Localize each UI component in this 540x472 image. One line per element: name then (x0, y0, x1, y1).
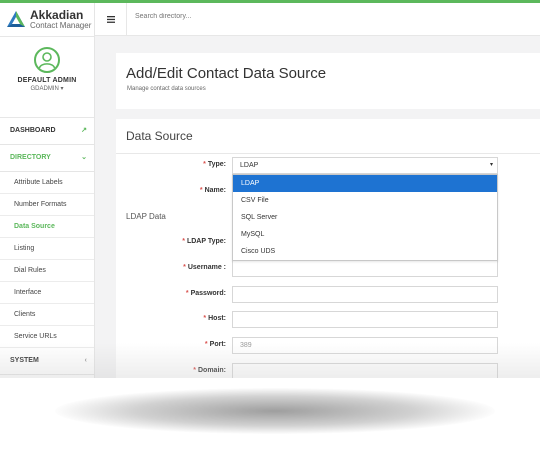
type-select-value: LDAP (240, 162, 259, 169)
host-label-text: Host: (208, 315, 226, 322)
name-label-text: Name: (204, 187, 226, 194)
username-label: * Username : (116, 264, 226, 271)
sidebar-item-dial-rules[interactable]: Dial Rules (0, 260, 94, 282)
required-marker: * (203, 315, 207, 322)
domain-label: * Domain: (116, 367, 226, 374)
type-dropdown-list: LDAP CSV File SQL Server MySQL Cisco UDS (232, 174, 498, 261)
sidebar-item-number-formats[interactable]: Number Formats (0, 194, 94, 216)
user-avatar-icon (34, 47, 60, 73)
nav-directory[interactable]: DIRECTORY ⌄ (0, 145, 94, 172)
sidebar-item-attribute-labels[interactable]: Attribute Labels (0, 172, 94, 194)
required-marker: * (193, 367, 196, 374)
page-title: Add/Edit Contact Data Source (126, 65, 327, 82)
port-label-text: Port: (209, 341, 226, 348)
brand-name: Akkadian (30, 8, 84, 22)
required-marker: * (204, 341, 208, 348)
brand[interactable]: Akkadian Contact Manager (0, 3, 94, 37)
type-label-text: Type: (207, 161, 226, 168)
password-label: * Password: (116, 290, 226, 297)
section-divider (116, 153, 540, 154)
nav-dashboard-label: DASHBOARD (10, 127, 56, 134)
user-role-dropdown[interactable]: GDADMIN ▾ (0, 85, 94, 92)
host-label: * Host: (116, 315, 226, 322)
type-select[interactable]: LDAP ▾ (232, 157, 498, 174)
username-field[interactable] (232, 260, 498, 277)
sidebar-item-clients[interactable]: Clients (0, 304, 94, 326)
required-marker: * (183, 264, 186, 271)
sidebar-item-listing[interactable]: Listing (0, 238, 94, 260)
page-subtitle: Manage contact data sources (127, 86, 206, 92)
sidebar-item-service-urls[interactable]: Service URLs (0, 326, 94, 348)
sidebar: Akkadian Contact Manager DEFAULT ADMIN G… (0, 3, 95, 378)
port-label: * Port: (116, 341, 226, 348)
hamburger-icon (106, 15, 115, 23)
domain-label-text: Domain: (198, 367, 226, 374)
host-field[interactable] (232, 311, 498, 328)
required-marker: * (182, 238, 185, 245)
drop-shadow (55, 388, 495, 434)
sidebar-item-data-source[interactable]: Data Source (0, 216, 94, 238)
page-header: Add/Edit Contact Data Source Manage cont… (116, 53, 540, 109)
top-bar (95, 3, 540, 36)
caret-down-icon: ▾ (489, 162, 493, 168)
username-label-text: Username : (187, 264, 226, 271)
akkadian-logo-icon (7, 10, 25, 27)
brand-subtitle: Contact Manager (30, 21, 92, 30)
type-option-mysql[interactable]: MySQL (233, 226, 497, 243)
ldap-type-label-text: LDAP Type: (186, 238, 226, 245)
search-input[interactable] (135, 13, 335, 20)
nav-directory-label: DIRECTORY (10, 154, 51, 161)
required-marker: * (185, 290, 189, 297)
required-marker: * (203, 161, 206, 168)
type-label: * Type: (116, 161, 226, 168)
chevron-down-icon: ⌄ (81, 154, 87, 161)
section-title: Data Source (126, 129, 193, 143)
port-value: 389 (240, 342, 252, 349)
type-option-csv-file[interactable]: CSV File (233, 192, 497, 209)
type-option-sql-server[interactable]: SQL Server (233, 209, 497, 226)
nav-dashboard[interactable]: DASHBOARD ↗ (0, 118, 94, 145)
password-field[interactable] (232, 286, 498, 303)
type-option-ldap[interactable]: LDAP (233, 175, 497, 192)
app-window: Akkadian Contact Manager DEFAULT ADMIN G… (0, 0, 540, 378)
required-marker: * (199, 187, 203, 194)
ldap-data-heading: LDAP Data (126, 212, 166, 221)
user-profile: DEFAULT ADMIN GDADMIN ▾ (0, 47, 94, 118)
sidebar-item-interface[interactable]: Interface (0, 282, 94, 304)
chart-line-icon: ↗ (81, 127, 87, 134)
type-option-cisco-uds[interactable]: Cisco UDS (233, 243, 497, 260)
chevron-left-icon: ‹ (84, 357, 87, 364)
port-field[interactable]: 389 (232, 337, 498, 354)
domain-field[interactable] (232, 363, 498, 378)
menu-toggle-button[interactable] (95, 3, 127, 35)
ldap-type-label: * LDAP Type: (116, 238, 226, 245)
name-label: * Name: (116, 187, 226, 194)
user-name: DEFAULT ADMIN (17, 77, 77, 84)
nav-system-label: SYSTEM (10, 357, 39, 364)
nav-system[interactable]: SYSTEM ‹ (0, 348, 94, 375)
password-label-text: Password: (190, 290, 226, 297)
data-source-form: Data Source * Type: LDAP ▾ * Name: LDAP Da… (116, 119, 540, 378)
